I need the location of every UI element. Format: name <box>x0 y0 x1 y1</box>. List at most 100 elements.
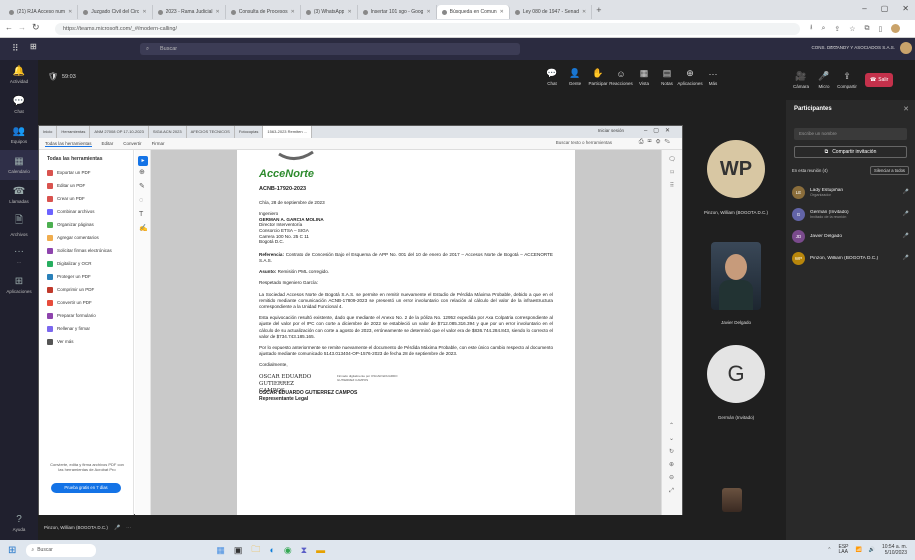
new-tab-icon[interactable]: + <box>596 5 601 15</box>
tab-close-icon[interactable]: ✕ <box>216 9 220 15</box>
shared-tab[interactable]: 1563-2023 Remiten ... <box>263 126 312 138</box>
trial-button[interactable]: Prueba gratis en 7 días <box>51 483 121 493</box>
tool-item[interactable]: Organizar páginas <box>39 218 133 231</box>
tool-item[interactable]: Convertir un PDF <box>39 296 133 309</box>
toolbar-button-0[interactable]: 💬 Chat <box>543 68 561 86</box>
tool-item[interactable]: Agregar comentarios <box>39 231 133 244</box>
participant-search-input[interactable]: Escribe un nombre <box>794 128 907 140</box>
back-icon[interactable]: ← <box>5 23 13 32</box>
teams-icon[interactable]: ⧗ <box>301 545 307 556</box>
widgets-icon[interactable]: ▦ <box>216 545 225 556</box>
shared-tab[interactable]: Fotocopias <box>235 126 264 138</box>
pen-tool-icon[interactable]: ✎ <box>139 180 150 194</box>
shared-tab[interactable]: AFECIOS TECNICOS <box>187 126 235 138</box>
self-view-video[interactable] <box>722 488 742 512</box>
select-tool-icon[interactable]: ▸ <box>138 156 148 166</box>
windows-start-icon[interactable]: ⊞ <box>8 545 16 556</box>
tool-item[interactable]: Solicitar firmas electrónicas <box>39 244 133 257</box>
maximize-icon[interactable]: ▢ <box>881 4 889 13</box>
browser-tab[interactable]: Búsqueda en Comun ✕ <box>436 5 510 19</box>
wifi-icon[interactable]: 📶 <box>856 547 862 553</box>
tool-item[interactable]: Digitalizar y OCR <box>39 257 133 270</box>
file-explorer-icon[interactable]: 🗀 <box>251 542 260 558</box>
bookmark-icon[interactable]: ⌑ <box>662 167 682 180</box>
page-up-icon[interactable]: ⌃ <box>662 420 681 433</box>
tool-item[interactable]: Comprimir un PDF <box>39 283 133 296</box>
keyboard-lang[interactable]: ESP LAA <box>839 545 849 555</box>
browser-tab[interactable]: Insertar 101 sgo - Goog ✕ <box>358 5 437 19</box>
shared-menu-item[interactable]: Todas las herramientas <box>45 141 92 147</box>
text-tool-icon[interactable]: T <box>139 208 150 222</box>
browser-tab[interactable]: (21) RJA Acceso num ✕ <box>4 5 79 19</box>
share-icon[interactable]: ⇪ <box>834 25 840 33</box>
tool-item[interactable]: Crear un PDF <box>39 192 133 205</box>
rail-item-help[interactable]: ? Ayuda <box>0 508 38 538</box>
browser-tab[interactable]: Consulta de Procesos ✕ <box>226 5 301 19</box>
tab-close-icon[interactable]: ✕ <box>68 9 72 15</box>
tray-chevron-icon[interactable]: ⌃ <box>827 547 831 553</box>
tool-item[interactable]: Editar un PDF <box>39 179 133 192</box>
tile-participant-3[interactable]: G Germán (Invitado) <box>690 345 782 420</box>
toolbar-button-3[interactable]: ☺ Reacciones <box>609 69 633 86</box>
fit-icon[interactable]: ⤢ <box>662 485 681 498</box>
browser-tab[interactable]: 2023 - Rama Judicial ✕ <box>153 5 226 19</box>
browser-tab[interactable]: (3) WhatsApp ✕ <box>301 5 358 19</box>
participant-row[interactable]: G Germán (Invitado) Invitado de la reunión… <box>786 203 915 225</box>
toolbar-button-6[interactable]: ⊕ Aplicaciones <box>677 68 702 86</box>
media-button-1[interactable]: 🎤 Micro <box>815 71 833 89</box>
extension-icon[interactable]: ⧉ <box>865 25 870 33</box>
toolbar-button-1[interactable]: 👤 Gente <box>566 68 584 86</box>
close-panel-icon[interactable]: ✕ <box>903 105 909 113</box>
sign-tool-icon[interactable]: ✍ <box>139 222 150 236</box>
find-field[interactable]: Buscar texto o herramientas <box>556 140 612 145</box>
tool-item[interactable]: Rellenar y firmar <box>39 322 133 335</box>
leave-button[interactable]: ☎ Salir <box>865 73 894 87</box>
taskbar-search[interactable]: ⌕ Buscar <box>26 543 97 557</box>
teams-search-input[interactable]: ⌕ Buscar <box>140 43 520 55</box>
share-invite-button[interactable]: ⧉ Compartir invitación <box>794 146 907 158</box>
tool-item[interactable]: Combinar archivos <box>39 205 133 218</box>
media-button-2[interactable]: ⇪ Compartir <box>837 71 857 89</box>
participant-row[interactable]: LE Lady Estupiñan Organizador 🎤 <box>786 181 915 203</box>
rail-item-6[interactable]: ···... <box>0 240 38 270</box>
shared-tab[interactable]: Inicio <box>39 126 58 138</box>
zoom-icon[interactable]: ⌕ <box>821 25 825 33</box>
browser-tab[interactable]: Ley 080 de 1947 - Senad ✕ <box>510 5 593 19</box>
tile-participant-2[interactable]: Javier Delgado <box>690 242 782 325</box>
tab-close-icon[interactable]: ✕ <box>291 9 295 15</box>
app-launcher-icon[interactable]: ⠿ <box>12 43 19 54</box>
toolbar-button-2[interactable]: ✋ Participar <box>589 68 608 86</box>
more-icon[interactable]: ··· <box>126 525 131 531</box>
minimize-icon[interactable]: – <box>862 4 866 13</box>
tool-item[interactable]: Preparar formulario <box>39 309 133 322</box>
close-icon[interactable]: ✕ <box>902 4 909 13</box>
tab-close-icon[interactable]: ✕ <box>582 9 586 15</box>
participant-row[interactable]: WP Pinzon, William (BOGOTA D.C.) 🎤 <box>786 247 915 269</box>
reload-icon[interactable]: ↻ <box>32 22 40 33</box>
rail-item-5[interactable]: 🗎 Archivos <box>0 210 38 240</box>
zoom-in-icon[interactable]: ⊕ <box>662 459 681 472</box>
rail-item-1[interactable]: 💬 Chat <box>0 90 38 120</box>
shared-menu-item[interactable]: Editar <box>102 141 114 146</box>
tool-item[interactable]: Proteger un PDF <box>39 270 133 283</box>
sidebar-icon[interactable]: ▯ <box>879 25 883 33</box>
rail-item-3[interactable]: ▦ Calendario <box>0 150 38 180</box>
comment-tool-icon[interactable]: ⊕ <box>139 166 150 180</box>
lasso-tool-icon[interactable]: ◌ <box>139 194 150 208</box>
rail-item-0[interactable]: 🔔 Actividad <box>0 60 38 90</box>
mute-all-button[interactable]: Silenciar a todos <box>870 166 909 175</box>
toolbar-button-4[interactable]: ▦ Vista <box>635 68 653 86</box>
shared-tab[interactable]: SIGA ACN 2023 <box>149 126 187 138</box>
participants-section[interactable]: En esta reunión (4) <box>792 168 828 173</box>
chrome-icon[interactable]: ◉ <box>284 545 292 556</box>
thumbnails-icon[interactable]: ⠿ <box>662 180 682 193</box>
tool-item[interactable]: Ver más <box>39 335 133 348</box>
edge-icon[interactable]: ◐ <box>269 545 274 555</box>
toolbar-button-7[interactable]: ··· Más <box>704 69 722 86</box>
user-avatar[interactable] <box>900 42 912 54</box>
url-field[interactable]: https://teams.microsoft.com/_#/modern-ca… <box>55 23 800 35</box>
rail-item-7[interactable]: ⊞ Aplicaciones <box>0 270 38 300</box>
toolbar-button-5[interactable]: ▤ Notas <box>658 68 676 86</box>
media-button-0[interactable]: 🎥 Cámara <box>792 71 810 89</box>
tab-close-icon[interactable]: ✕ <box>142 9 146 15</box>
